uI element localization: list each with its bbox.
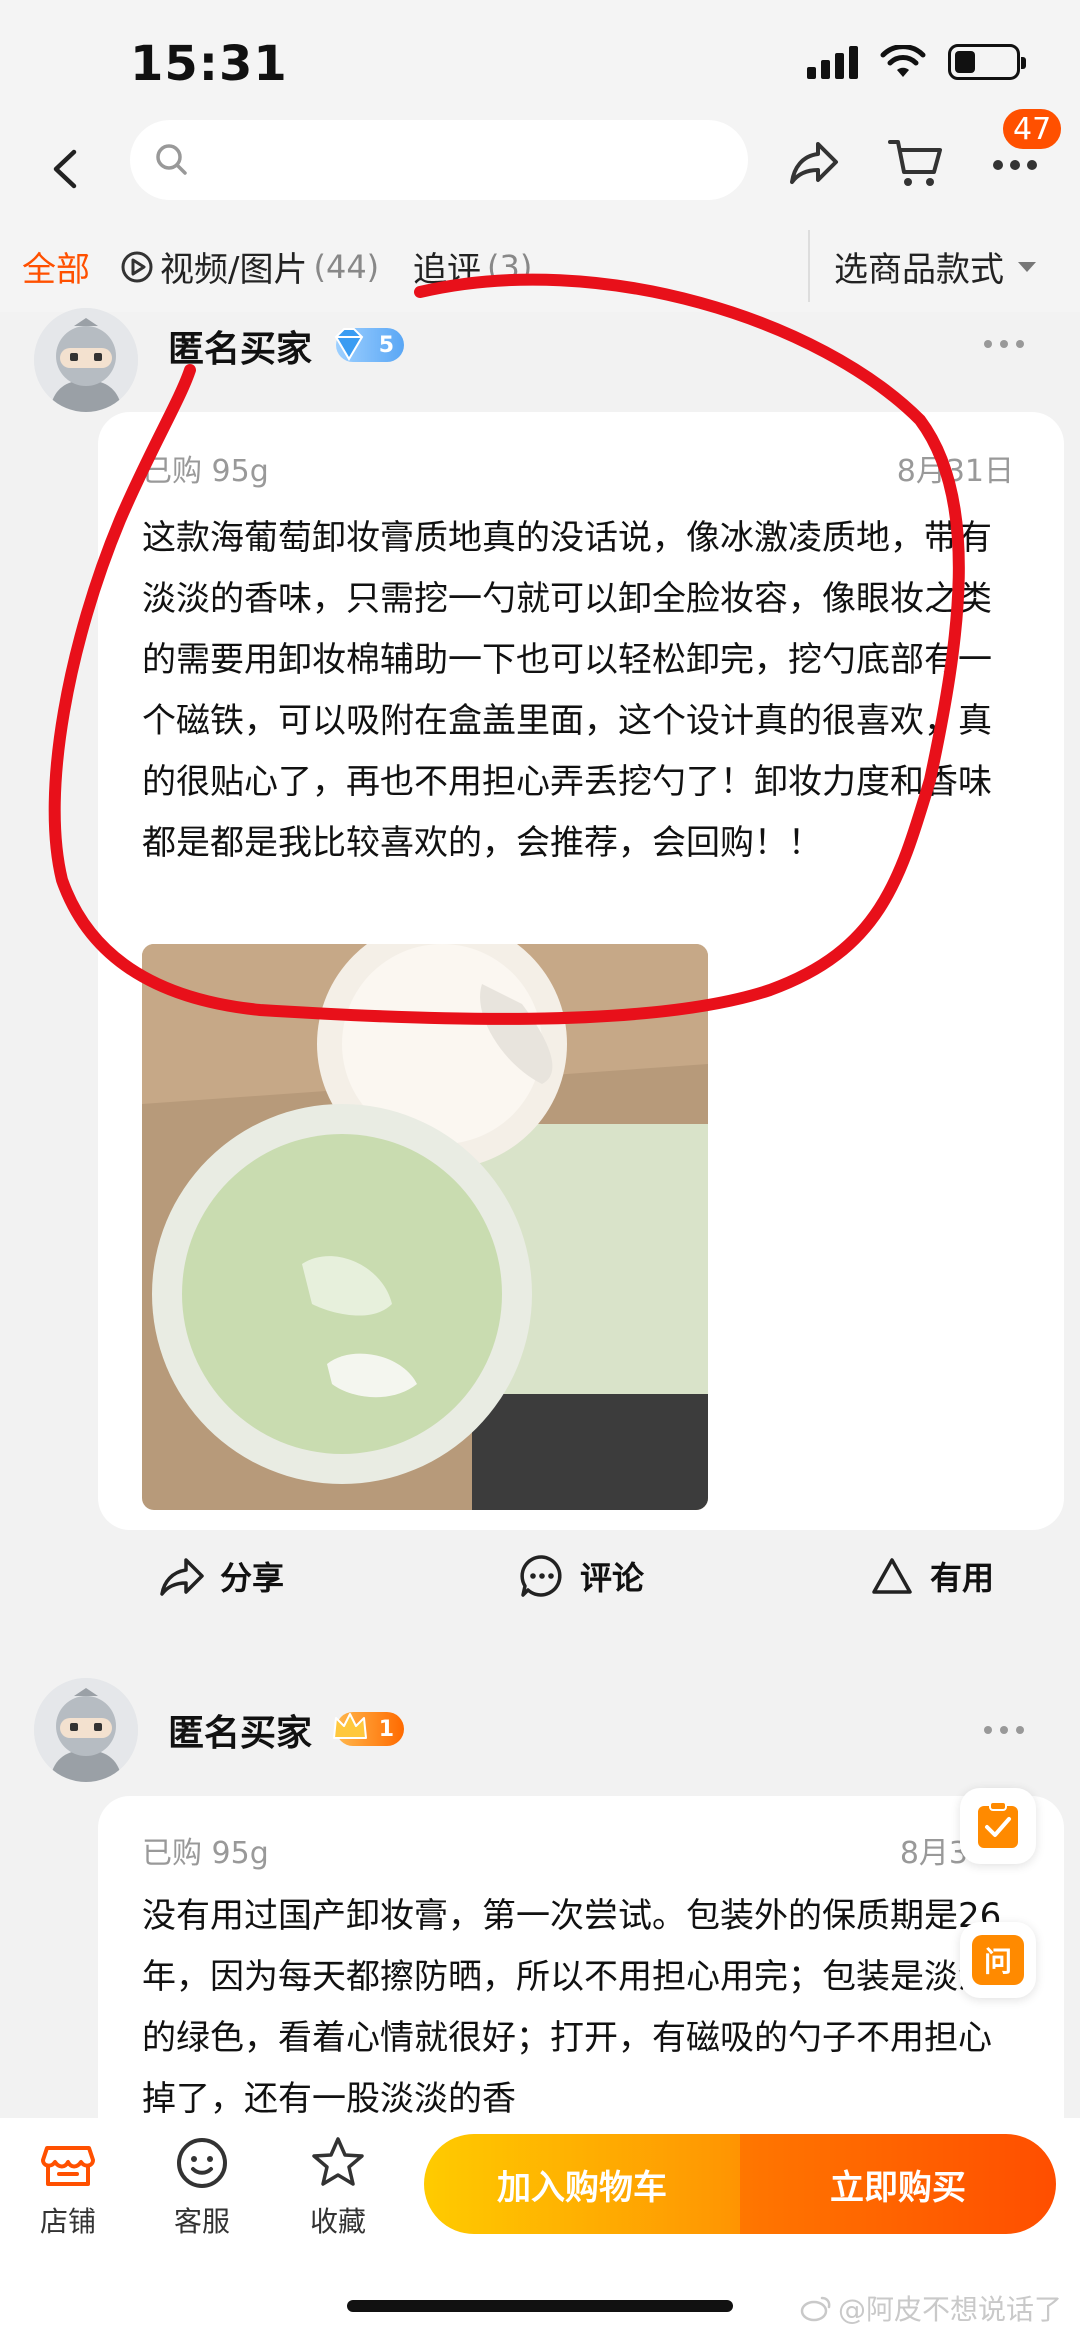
tab-divider — [808, 230, 810, 302]
status-bar: 15:31 — [0, 0, 1080, 120]
anonymous-avatar-icon — [34, 308, 138, 412]
useful-button[interactable]: 有用 — [868, 1552, 994, 1600]
favorite-button[interactable]: 收藏 — [288, 2134, 388, 2240]
cart-icon[interactable] — [886, 132, 946, 192]
star-icon — [312, 2137, 364, 2186]
battery-icon — [948, 44, 1026, 80]
crown-icon — [333, 1713, 367, 1739]
tab-follow-up[interactable]: 追评 (3) — [413, 242, 532, 291]
store-label: 店铺 — [39, 2205, 96, 2238]
diamond-icon — [334, 328, 364, 361]
status-time: 15:31 — [130, 36, 288, 92]
comment-button[interactable]: 评论 — [518, 1552, 644, 1600]
review-date: 8月31日 — [896, 454, 1014, 489]
search-icon — [156, 144, 187, 175]
store-button[interactable]: 店铺 — [18, 2134, 118, 2240]
tab-video-label: 视频/图片 — [160, 250, 308, 290]
search-input[interactable] — [130, 120, 748, 200]
caret-down-icon — [1018, 261, 1036, 272]
thumbs-up-icon — [872, 1558, 912, 1594]
store-icon — [41, 2146, 95, 2186]
review-photo[interactable] — [142, 944, 708, 1510]
level-badge: 5 — [334, 328, 404, 362]
watermark: @阿皮不想说话了 — [800, 2288, 1062, 2328]
review-date: 8月3 — [899, 1836, 968, 1871]
buy-now-button[interactable]: 立即购买 — [740, 2134, 1056, 2234]
level-badge: 1 — [333, 1712, 404, 1746]
customer-service-button[interactable]: 客服 — [152, 2134, 252, 2240]
tab-video-count: (44) — [313, 247, 380, 286]
purchased-variant: 已购 95g — [142, 1836, 269, 1871]
customer-service-label: 客服 — [173, 2205, 230, 2238]
play-icon — [121, 251, 153, 282]
avatar[interactable] — [34, 308, 138, 412]
review-action-row: 分享 评论 有用 — [98, 1532, 1064, 1612]
review-card: 已购 95g 8月31日 这款海葡萄卸妆膏质地真的没话说，像冰激凌质地，带有淡淡… — [98, 412, 1064, 1530]
share-button[interactable]: 分享 — [158, 1552, 284, 1600]
signal-icon — [807, 45, 858, 79]
share-icon[interactable] — [786, 134, 842, 190]
review-text: 没有用过国产卸妆膏，第一次尝试。包装外的保质期是26年，因为每天都擦防晒，所以不… — [142, 1896, 1002, 2119]
review-more-icon[interactable] — [984, 340, 1024, 348]
purchased-variant: 已购 95g — [142, 454, 269, 489]
username: 匿名买家 — [168, 329, 313, 370]
username: 匿名买家 — [168, 1713, 313, 1754]
clipboard-check-icon — [978, 1801, 1018, 1848]
weibo-icon — [800, 2296, 831, 2322]
wifi-icon — [880, 45, 926, 77]
add-to-cart-button[interactable]: 加入购物车 — [424, 2134, 740, 2234]
customer-service-icon — [177, 2138, 227, 2188]
watermark-text: @阿皮不想说话了 — [838, 2293, 1063, 2326]
cart-count-badge: 47 — [1000, 106, 1065, 152]
level-number: 5 — [378, 332, 394, 358]
comment-icon — [520, 1555, 562, 1597]
avatar[interactable] — [34, 1678, 138, 1782]
comment-label: 评论 — [580, 1559, 645, 1597]
select-style-label: 选商品款式 — [834, 250, 1004, 290]
tab-follow-count: (3) — [487, 247, 533, 286]
anonymous-avatar-icon — [34, 1678, 138, 1782]
tab-video-photo[interactable]: 视频/图片 (44) — [120, 242, 379, 291]
share-label: 分享 — [220, 1559, 285, 1597]
select-style-dropdown[interactable]: 选商品款式 — [834, 242, 1036, 291]
top-bar: 47 — [0, 106, 1080, 220]
ask-float-button[interactable]: 问 — [960, 1922, 1036, 1998]
review-photo-image — [142, 944, 708, 1510]
checkmark-float-button[interactable] — [960, 1788, 1036, 1864]
review-text: 这款海葡萄卸妆膏质地真的没话说，像冰激凌质地，带有淡淡的香味，只需挖一勺就可以卸… — [142, 518, 992, 863]
status-icons — [807, 44, 1026, 80]
more-icon[interactable] — [990, 150, 1040, 180]
useful-label: 有用 — [930, 1559, 995, 1597]
home-indicator — [347, 2300, 733, 2312]
review-more-icon[interactable] — [984, 1726, 1024, 1734]
share-icon — [160, 1558, 204, 1596]
level-number: 1 — [378, 1716, 394, 1742]
favorite-label: 收藏 — [309, 2205, 366, 2238]
tab-follow-label: 追评 — [413, 250, 481, 290]
tab-all[interactable]: 全部 — [22, 242, 90, 291]
review-filter-tabs: 全部 视频/图片 (44) 追评 (3) 选商品款式 — [0, 220, 1080, 312]
ask-icon: 问 — [972, 1935, 1024, 1985]
back-icon[interactable] — [42, 144, 92, 194]
tab-all-label: 全部 — [22, 250, 90, 290]
